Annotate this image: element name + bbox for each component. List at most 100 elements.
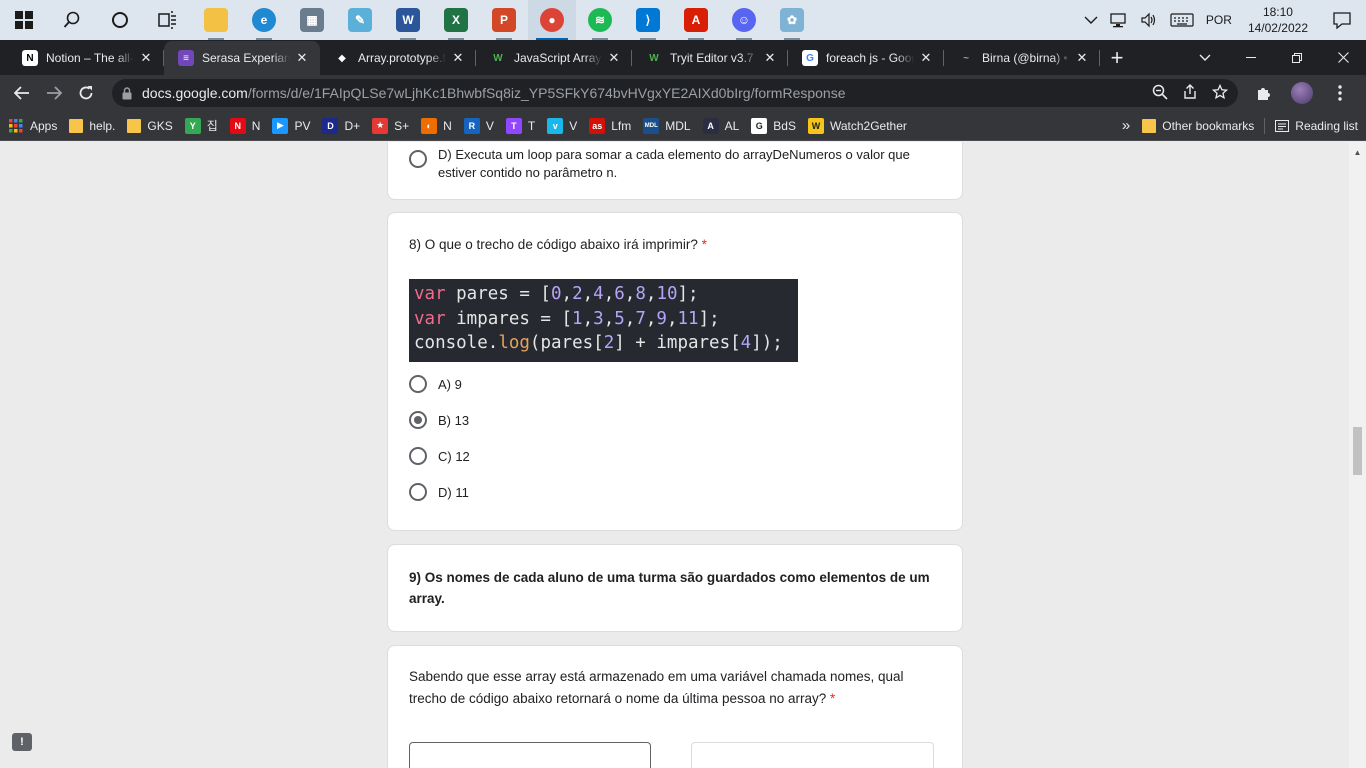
taskbar-edge-button[interactable]: e [240,0,288,40]
taskbar-discord-button[interactable]: ☺ [720,0,768,40]
answer-option-image-2[interactable] [691,742,934,768]
volume-icon[interactable] [1134,0,1164,40]
browser-tab[interactable]: W JavaScript Array forEach ✕ [476,41,632,75]
browser-tab[interactable]: N Notion – The all-in-one workspace ✕ [8,41,164,75]
bookmark-item[interactable]: ★ S+ [372,117,409,134]
bookmark-item[interactable]: A AL [702,117,739,134]
share-icon[interactable] [1182,83,1198,103]
restore-button[interactable] [1274,40,1320,75]
tab-close-icon[interactable]: ✕ [294,50,310,66]
browser-tab[interactable]: ~ Birna (@birna) • Instagram ✕ [944,41,1100,75]
browser-tab[interactable]: ◆ Array.prototype.forEach() ✕ [320,41,476,75]
close-window-button[interactable] [1320,40,1366,75]
answer-option[interactable]: C) 12 [409,438,470,474]
taskbar-file-explorer-button[interactable] [192,0,240,40]
taskbar-excel-button[interactable]: X [432,0,480,40]
bookmark-item[interactable]: D D+ [322,117,360,134]
bookmark-item[interactable]: W Watch2Gether [807,117,907,134]
bookmark-item[interactable]: vV [547,117,577,134]
bookmarks-bar: Apps help. GKS Y 집 N N ▶ PV D D+ ★ S+ ◐ N R V T T v V as Lfm MD… [0,111,1366,141]
bookmark-item[interactable]: ▶ PV [272,117,310,134]
taskbar-chrome-button[interactable]: ● [528,0,576,40]
taskbar-powerpoint-button[interactable]: P [480,0,528,40]
radio-button[interactable] [409,150,427,168]
bookmark-item[interactable]: Apps [8,118,57,134]
bookmark-item[interactable]: TT [505,117,535,134]
profile-avatar[interactable] [1288,79,1316,107]
chrome-menu-icon[interactable] [1326,79,1354,107]
radio-button-selected[interactable] [409,411,427,429]
more-bookmarks-button[interactable]: » [1122,117,1130,134]
taskbar-vscode-button[interactable]: ⟩ [624,0,672,40]
clock-date: 14/02/2022 [1247,21,1308,35]
tab-close-icon[interactable]: ✕ [1074,50,1090,66]
bookmark-favicon-icon: MDL [643,117,660,134]
taskbar-spotify-button[interactable]: ≋ [576,0,624,40]
task-view-icon [158,11,178,29]
tab-close-icon[interactable]: ✕ [762,50,778,66]
bookmark-item[interactable]: help. [69,118,115,133]
browser-tab[interactable]: Gforeach js - Google Search ✕ [788,41,944,75]
back-button[interactable] [8,79,36,107]
tray-chevron-icon[interactable] [1078,0,1104,40]
tab-close-icon[interactable]: ✕ [450,50,466,66]
address-bar[interactable]: docs.google.com/forms/d/e/1FAIpQLSe7wLjh… [112,79,1238,107]
notifications-icon[interactable] [1318,0,1366,40]
powerpoint-icon: P [492,8,516,32]
folder-icon [1142,118,1157,133]
radio-button[interactable] [409,447,427,465]
reload-button[interactable] [72,79,100,107]
report-feedback-button[interactable]: ! [12,733,32,751]
bookmark-item[interactable]: RV [463,117,494,134]
taskbar-cortana-button[interactable] [96,0,144,40]
page-scrollbar[interactable]: ▲ [1349,142,1366,768]
tab-close-icon[interactable]: ✕ [918,50,934,66]
reading-list[interactable]: Reading list [1275,119,1358,133]
tab-close-icon[interactable]: ✕ [138,50,154,66]
clock[interactable]: 18:10 14/02/2022 [1238,4,1318,36]
previous-option-d[interactable]: D) Executa um loop para somar a cada ele… [409,146,910,182]
lock-icon[interactable] [122,86,132,100]
forward-button[interactable] [40,79,68,107]
radio-button[interactable] [409,375,427,393]
extensions-icon[interactable] [1250,79,1278,107]
taskbar-search-button[interactable] [48,0,96,40]
zoom-icon[interactable] [1152,84,1168,103]
bookmark-item[interactable]: ◐ N [421,117,452,134]
bookmark-item[interactable]: as Lfm [589,117,631,134]
bookmark-item[interactable]: MDL MDL [643,117,691,134]
answer-option[interactable]: A) 9 [409,366,470,402]
excel-icon: X [444,8,468,32]
other-bookmarks[interactable]: Other bookmarks [1142,118,1254,133]
bookmark-item[interactable]: G BdS [751,117,796,134]
code-token: 1 [572,308,583,329]
taskbar-paint-button[interactable]: ✿ [768,0,816,40]
minimize-button[interactable] [1228,40,1274,75]
taskbar-word-button[interactable]: W [384,0,432,40]
browser-tab[interactable]: ≡ Serasa Experian Tech ✕ [164,41,320,75]
taskbar-task-view-button[interactable] [144,0,192,40]
answer-option-image-1[interactable] [409,742,651,768]
tab-search-icon[interactable] [1182,40,1228,75]
answer-option[interactable]: D) 11 [409,474,470,510]
bookmark-label: N [443,118,452,133]
new-tab-button[interactable]: + [1100,41,1134,75]
taskbar-start-button[interactable] [0,0,48,40]
network-icon[interactable] [1104,0,1134,40]
radio-button[interactable] [409,483,427,501]
bookmark-item[interactable]: Y집 [184,117,218,134]
taskbar-notepad-button[interactable]: ✎ [336,0,384,40]
scroll-up-arrow-icon[interactable]: ▲ [1349,144,1366,161]
bookmark-item[interactable]: NN [229,117,260,134]
taskbar-calculator-button[interactable]: ▦ [288,0,336,40]
code-token: 4 [740,333,752,354]
browser-tab[interactable]: W Tryit Editor v3.7 ✕ [632,41,788,75]
answer-option[interactable]: B) 13 [409,402,470,438]
language-indicator[interactable]: POR [1200,0,1238,40]
bookmark-star-icon[interactable] [1211,83,1229,103]
scroll-thumb[interactable] [1353,427,1362,475]
keyboard-icon[interactable] [1164,0,1200,40]
tab-close-icon[interactable]: ✕ [606,50,622,66]
bookmark-item[interactable]: GKS [127,118,173,133]
taskbar-acrobat-button[interactable]: A [672,0,720,40]
